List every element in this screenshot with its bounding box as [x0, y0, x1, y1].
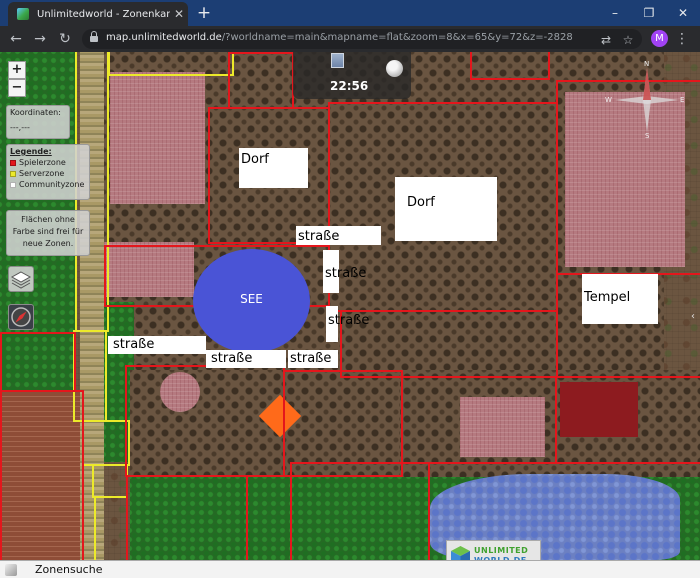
swatch-icon [10, 181, 16, 188]
player-zone[interactable] [228, 52, 294, 109]
url-text[interactable]: map.unlimitedworld.de/?worldname=main&ma… [106, 32, 573, 43]
back-arrow-icon[interactable]: ← [6, 29, 26, 49]
weather-icon [331, 53, 344, 68]
browser-tab[interactable]: Unlimitedworld - Zonenkarte ✕ [8, 2, 188, 26]
player-zone[interactable] [401, 376, 557, 464]
tab-title: Unlimitedworld - Zonenkarte [37, 8, 170, 20]
tab-strip: Unlimitedworld - Zonenkarte ✕ + – ❐ ✕ [0, 0, 700, 26]
url-host: map.unlimitedworld.de [106, 32, 222, 43]
zone-search-label[interactable]: Zonensuche [35, 563, 102, 576]
label-dorf: Dorf [395, 177, 497, 241]
player-zone[interactable] [125, 365, 285, 477]
compass-w: W [605, 96, 612, 104]
translate-icon[interactable]: ⇄ [598, 32, 614, 48]
zone-search-bar[interactable]: Zonensuche [0, 560, 700, 578]
label-strasse: straße [288, 350, 338, 368]
player-zone[interactable] [470, 52, 550, 80]
pink-building-area [110, 72, 205, 204]
moon-icon [386, 60, 403, 77]
server-zone[interactable] [108, 52, 234, 76]
window-restore-button[interactable]: ❐ [632, 0, 666, 26]
time-value: 22:56 [330, 79, 369, 93]
player-zone[interactable] [290, 462, 430, 562]
player-zone[interactable] [555, 376, 700, 464]
legend-panel: Legende: Spielerzone Serverzone Communit… [6, 144, 90, 200]
reload-icon[interactable]: ↻ [55, 29, 75, 49]
coordinates-panel: Koordinaten: ---,--- [6, 105, 70, 139]
server-zone[interactable] [82, 420, 130, 466]
zone-search-icon[interactable] [5, 564, 17, 576]
side-panel-toggle-icon[interactable]: ‹ [686, 310, 700, 324]
site-favicon-icon [17, 8, 29, 20]
browser-toolbar: ← → ↻ map.unlimitedworld.de/?worldname=m… [0, 26, 700, 52]
url-path: /?worldname=main&mapname=flat&zoom=8&x=6… [221, 32, 573, 43]
bookmark-star-icon[interactable]: ☆ [620, 32, 636, 48]
player-zone[interactable] [283, 370, 403, 477]
compass-button[interactable] [8, 304, 34, 330]
free-area-info: Flächen ohne Farbe sind frei für neue Zo… [6, 210, 90, 256]
swatch-icon [10, 159, 16, 166]
compass-e: E [680, 96, 685, 104]
layers-icon [10, 271, 32, 289]
legend-item: Spielerzone [10, 157, 86, 168]
lock-icon [90, 31, 98, 43]
zoom-in-button[interactable]: + [8, 61, 26, 79]
legend-item: Communityzone [10, 179, 86, 190]
compass-icon [11, 307, 31, 327]
window-close-button[interactable]: ✕ [666, 0, 700, 26]
player-zone[interactable] [340, 310, 558, 378]
label-dorf: Dorf [239, 148, 308, 188]
tab-close-icon[interactable]: ✕ [170, 7, 188, 21]
window-minimize-button[interactable]: – [598, 0, 632, 26]
address-bar[interactable]: map.unlimitedworld.de/?worldname=main&ma… [82, 29, 642, 49]
forward-arrow-icon[interactable]: → [30, 29, 50, 49]
coordinates-title: Koordinaten: [10, 108, 61, 117]
legend-title: Legende: [10, 147, 52, 156]
label-strasse: straße [326, 306, 369, 342]
profile-avatar[interactable]: M [651, 30, 668, 47]
zone-map[interactable]: SEE Dorf Dorf straße straße straße straß… [0, 52, 700, 578]
compass-n: N [644, 60, 650, 68]
label-tempel: Tempel [582, 274, 658, 324]
legend-item: Serverzone [10, 168, 86, 179]
lake-label: SEE [193, 249, 310, 353]
server-zone[interactable] [94, 496, 128, 562]
compass-rose: N E S W [605, 60, 687, 140]
compass-s: S [645, 132, 650, 140]
player-zone[interactable] [0, 390, 84, 562]
logo-text-line1: UNLIMITED [474, 546, 529, 555]
label-strasse: straße [206, 350, 286, 368]
browser-menu-icon[interactable]: ⋮ [675, 29, 689, 49]
new-tab-button[interactable]: + [194, 3, 214, 23]
compass-rose-icon [615, 68, 679, 132]
server-zone[interactable] [92, 464, 128, 498]
time-display: 22:56 [293, 52, 411, 99]
label-strasse: straße [108, 336, 206, 354]
label-strasse: straße [296, 226, 381, 245]
swatch-icon [10, 170, 16, 177]
player-zone[interactable] [0, 332, 76, 392]
player-zone[interactable] [126, 475, 248, 562]
label-strasse: straße [323, 250, 366, 293]
coordinates-value: ---,--- [10, 123, 30, 132]
zoom-out-button[interactable]: − [8, 79, 26, 97]
layers-button[interactable] [8, 266, 34, 292]
